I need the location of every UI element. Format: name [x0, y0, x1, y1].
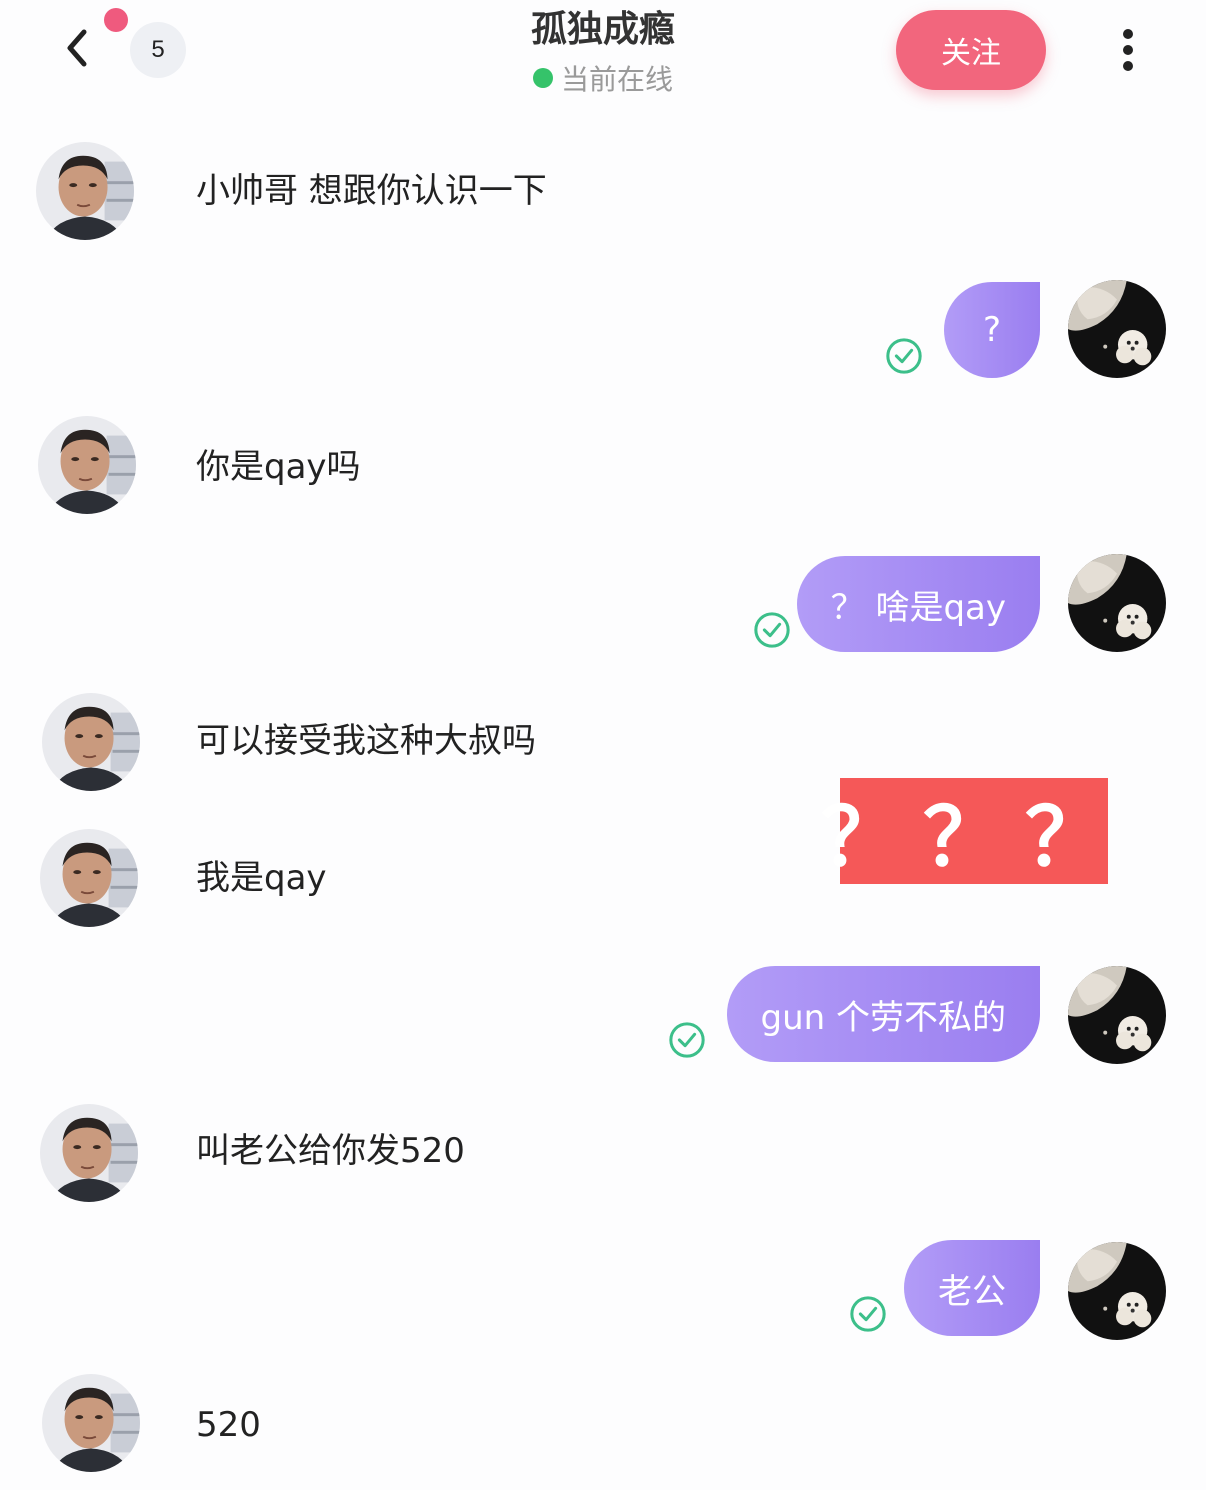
unread-messages[interactable]: 5 — [104, 8, 186, 78]
more-options-button[interactable] — [1108, 26, 1148, 74]
chat-screen: 5 孤独成瘾 当前在线 关注 小帅哥 想跟你认识一下 ? 你是qay吗 ？ 啥是… — [0, 0, 1206, 1490]
sender-avatar[interactable] — [40, 1104, 138, 1202]
chevron-left-icon — [67, 29, 87, 67]
online-status-label: 当前在线 — [560, 63, 673, 96]
notification-dot — [104, 8, 128, 32]
more-vertical-icon — [1123, 29, 1133, 71]
sender-avatar[interactable] — [40, 829, 138, 927]
online-dot-icon — [532, 68, 553, 88]
chat-header: 5 孤独成瘾 当前在线 关注 — [0, 0, 1206, 110]
my-avatar[interactable] — [1068, 554, 1166, 652]
question-marks-sticker: ？？？ — [821, 778, 1108, 884]
sender-avatar[interactable] — [42, 693, 140, 791]
my-avatar[interactable] — [1068, 280, 1166, 378]
online-status: 当前在线 — [420, 58, 786, 98]
incoming-message: 520 — [196, 1405, 261, 1445]
outgoing-message: 老公 — [904, 1240, 1040, 1336]
read-check-icon — [849, 1295, 887, 1333]
outgoing-message: ? — [944, 282, 1040, 378]
read-check-icon — [668, 1021, 706, 1059]
chat-title: 孤独成瘾 — [530, 9, 675, 50]
title-block: 孤独成瘾 当前在线 — [420, 6, 786, 98]
unread-count-badge: 5 — [130, 22, 186, 78]
my-avatar[interactable] — [1068, 966, 1166, 1064]
follow-button[interactable]: 关注 — [896, 10, 1046, 90]
outgoing-message: gun 个劳不私的 — [726, 966, 1040, 1062]
incoming-message: 我是qay — [196, 858, 327, 898]
incoming-message: 可以接受我这种大叔吗 — [196, 721, 536, 761]
outgoing-message: ？ 啥是qay — [796, 556, 1040, 652]
my-avatar[interactable] — [1068, 1242, 1166, 1340]
read-check-icon — [885, 337, 923, 375]
back-button[interactable] — [58, 26, 98, 70]
sender-avatar[interactable] — [38, 416, 136, 514]
incoming-message: 叫老公给你发520 — [196, 1131, 465, 1171]
incoming-message: 小帅哥 想跟你认识一下 — [196, 171, 547, 211]
sender-avatar[interactable] — [42, 1374, 140, 1472]
read-check-icon — [753, 611, 791, 649]
incoming-message: 你是qay吗 — [196, 447, 361, 487]
sender-avatar[interactable] — [36, 142, 134, 240]
